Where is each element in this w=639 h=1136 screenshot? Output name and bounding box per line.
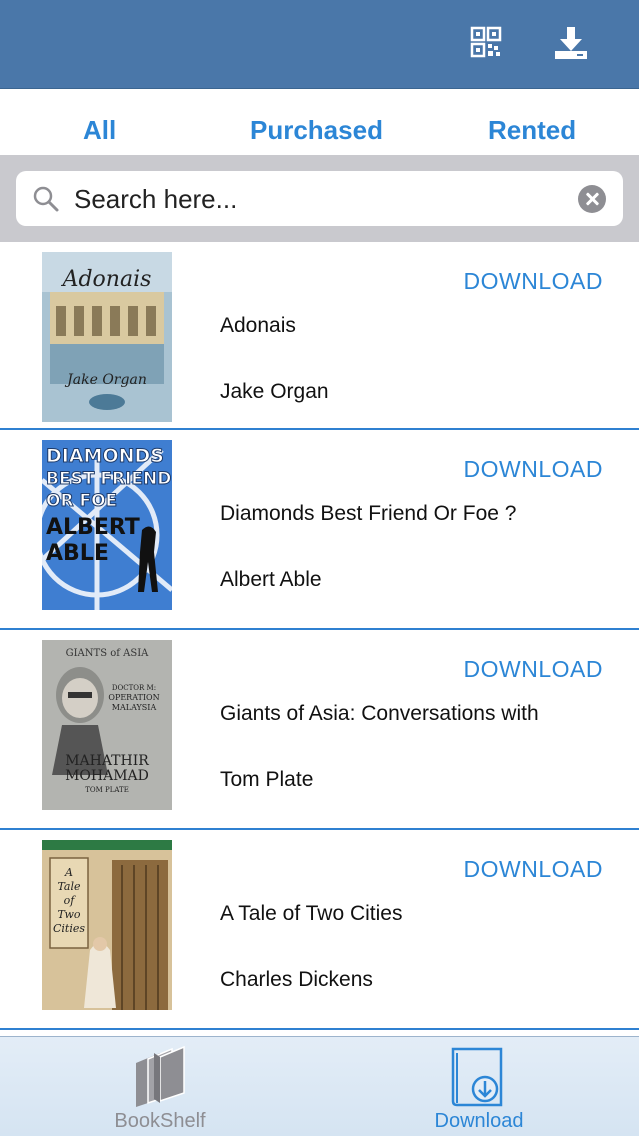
- tab-download[interactable]: Download: [319, 1037, 639, 1136]
- book-row[interactable]: A Tale of Two Cities DOWNLOAD A Tale of …: [0, 830, 639, 1030]
- tab-label: BookShelf: [114, 1110, 206, 1132]
- clear-search-button[interactable]: [578, 185, 606, 213]
- svg-text:BEST FRIEND: BEST FRIEND: [46, 469, 171, 489]
- svg-text:Two: Two: [58, 908, 81, 921]
- svg-text:ABLE: ABLE: [46, 541, 109, 566]
- download-link[interactable]: DOWNLOAD: [464, 456, 603, 483]
- book-row[interactable]: GIANTS of ASIA DOCTOR M: OPERATION MALAY…: [0, 630, 639, 830]
- svg-text:GIANTS of ASIA: GIANTS of ASIA: [66, 648, 150, 659]
- svg-text:OPERATION: OPERATION: [108, 693, 159, 702]
- search-input[interactable]: [74, 179, 564, 219]
- book-author: Charles Dickens: [220, 968, 373, 991]
- book-cover-adonais: Adonais Jake Organ: [42, 252, 172, 422]
- svg-text:Tale: Tale: [57, 880, 81, 893]
- book-list: Adonais Jake Organ DOWNLOAD Adonais Jake…: [0, 242, 639, 1036]
- svg-text:DOCTOR M:: DOCTOR M:: [112, 684, 156, 692]
- svg-text:TOM PLATE: TOM PLATE: [85, 786, 129, 794]
- svg-text:MAHATHIR: MAHATHIR: [65, 753, 149, 769]
- segment-all[interactable]: All: [83, 115, 116, 146]
- tab-bookshelf[interactable]: BookShelf: [0, 1037, 320, 1136]
- book-title: Adonais: [220, 314, 296, 337]
- segment-rented[interactable]: Rented: [488, 115, 576, 146]
- download-link[interactable]: DOWNLOAD: [464, 656, 603, 683]
- books-icon: [136, 1045, 185, 1107]
- book-author: Tom Plate: [220, 768, 314, 791]
- segment-purchased[interactable]: Purchased: [250, 115, 383, 146]
- book-title: Giants of Asia: Conversations with: [220, 702, 539, 725]
- svg-text:MOHAMAD: MOHAMAD: [65, 768, 149, 784]
- svg-text:A: A: [64, 866, 73, 879]
- search-bar: [0, 155, 639, 242]
- download-link[interactable]: DOWNLOAD: [464, 856, 603, 883]
- search-field[interactable]: [16, 171, 623, 226]
- download-book-icon: [451, 1047, 503, 1107]
- navigation-bar: [0, 0, 639, 89]
- svg-text:ALBERT: ALBERT: [46, 515, 140, 540]
- book-cover-diamonds: DIAMONDS BEST FRIEND OR FOE ALBERT ABLE: [42, 440, 172, 610]
- download-tray-icon: [555, 27, 587, 59]
- svg-text:MALAYSIA: MALAYSIA: [112, 703, 157, 712]
- search-icon: [33, 186, 59, 212]
- tab-label: Download: [434, 1110, 524, 1132]
- book-title: A Tale of Two Cities: [220, 902, 403, 925]
- book-author: Albert Able: [220, 568, 322, 591]
- book-cover-giants-of-asia: GIANTS of ASIA DOCTOR M: OPERATION MALAY…: [42, 640, 172, 810]
- qr-code-icon: [470, 26, 502, 58]
- svg-text:Cities: Cities: [53, 922, 85, 935]
- svg-text:Jake Organ: Jake Organ: [64, 372, 147, 388]
- book-title: Diamonds Best Friend Or Foe ?: [220, 502, 517, 525]
- qr-code-button[interactable]: [466, 24, 506, 64]
- book-row[interactable]: Adonais Jake Organ DOWNLOAD Adonais Jake…: [0, 242, 639, 430]
- svg-text:OR FOE: OR FOE: [46, 491, 117, 511]
- book-cover-tale-of-two-cities: A Tale of Two Cities: [42, 840, 172, 1010]
- svg-text:DIAMONDS: DIAMONDS: [46, 445, 164, 467]
- book-author: Jake Organ: [220, 380, 329, 403]
- download-button[interactable]: [551, 24, 591, 64]
- book-row[interactable]: DIAMONDS BEST FRIEND OR FOE ALBERT ABLE …: [0, 430, 639, 630]
- filter-segments: All Purchased Rented: [0, 89, 639, 155]
- download-link[interactable]: DOWNLOAD: [464, 268, 603, 295]
- tab-bar: BookShelf Download: [0, 1036, 639, 1136]
- svg-text:Adonais: Adonais: [61, 267, 152, 292]
